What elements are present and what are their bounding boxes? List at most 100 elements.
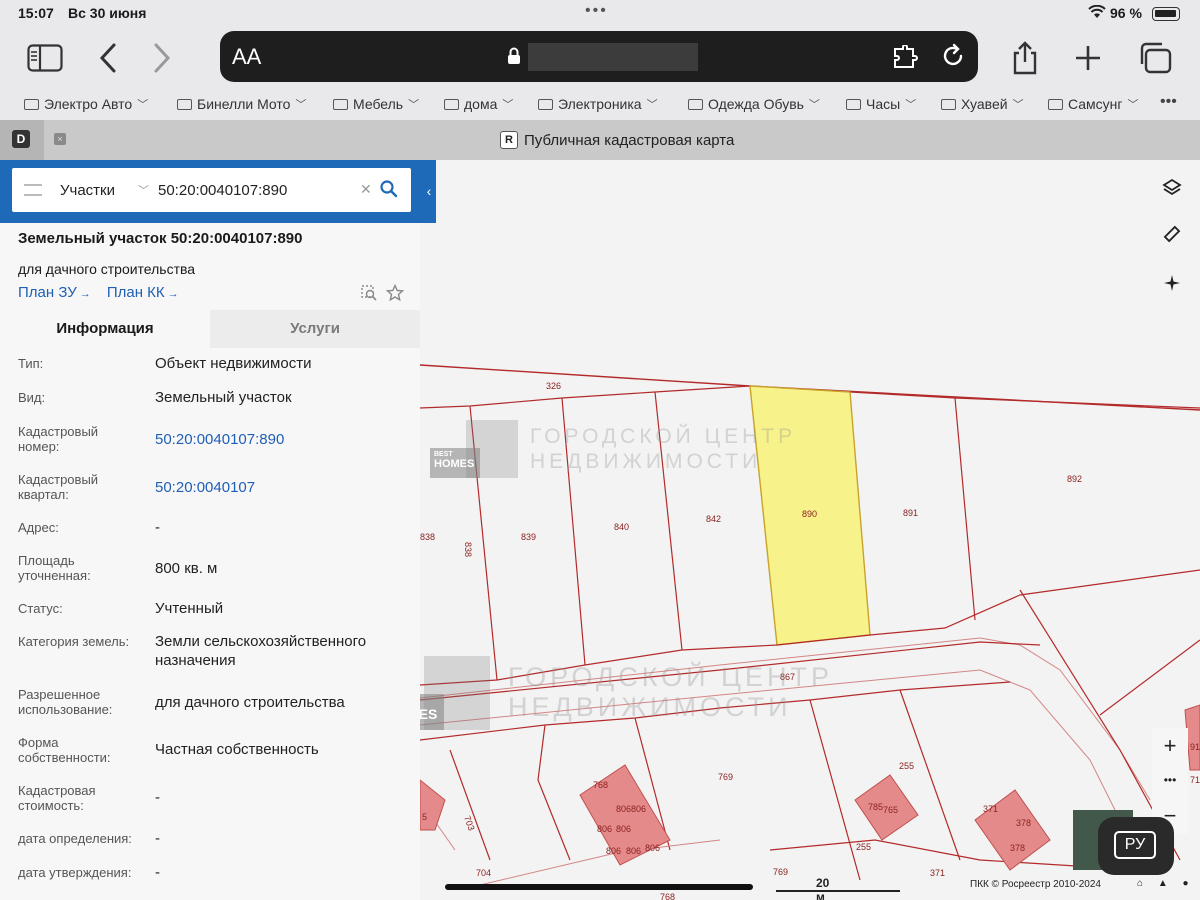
plot-label: 255: [856, 842, 871, 852]
chevron-down-icon: ﹀: [295, 99, 307, 111]
tab-active[interactable]: R Публичная кадастровая карта: [500, 131, 734, 149]
bookmark-folder[interactable]: Хуавей ﹀: [941, 96, 1024, 112]
layers-icon[interactable]: [1152, 168, 1192, 208]
star-icon[interactable]: [386, 284, 404, 302]
plot-label: 71: [1190, 775, 1200, 785]
collapse-panel-icon[interactable]: ‹: [422, 178, 436, 204]
clear-icon[interactable]: ✕: [360, 181, 372, 198]
url-redacted[interactable]: [528, 43, 698, 71]
chevron-down-icon: ﹀: [646, 99, 658, 111]
plot-label: 892: [1067, 474, 1082, 484]
back-icon[interactable]: [88, 38, 128, 78]
bookmark-folder[interactable]: Самсунг ﹀: [1048, 96, 1139, 112]
plot-label: 838: [463, 542, 473, 557]
arrow-right-icon: →: [76, 288, 91, 300]
plan-zu-link[interactable]: План ЗУ →: [18, 284, 91, 301]
reader-aa-button[interactable]: AA: [232, 44, 261, 70]
attribute-label: Категория земель:: [18, 634, 130, 649]
chevron-down-icon: ﹀: [808, 99, 820, 111]
bookmark-folder[interactable]: Одежда Обувь ﹀: [688, 96, 820, 112]
home-indicator[interactable]: [445, 884, 753, 890]
attribute-value: 800 кв. м: [155, 560, 218, 577]
cadastral-number-link[interactable]: 50:20:0040107:890: [155, 430, 405, 449]
bookmark-folder[interactable]: Бинелли Мото ﹀: [177, 96, 306, 112]
plot-label: 838: [420, 532, 435, 542]
plan-kk-link[interactable]: План КК →: [107, 284, 179, 301]
chevron-down-icon: ﹀: [408, 99, 420, 111]
folder-icon: [333, 98, 348, 110]
cadastral-quarter-link[interactable]: 50:20:0040107: [155, 478, 405, 497]
zoom-in-button[interactable]: +: [1152, 728, 1188, 763]
attribute-label: Адрес:: [18, 520, 59, 535]
address-bar[interactable]: AA: [220, 31, 978, 82]
plan-zu-label: План ЗУ: [18, 284, 77, 301]
forward-icon[interactable]: [142, 38, 182, 78]
chevron-down-icon[interactable]: ﹀: [138, 182, 149, 198]
plot-label: 891: [903, 508, 918, 518]
building: [974, 789, 1051, 871]
plot-label: 840: [614, 522, 629, 532]
search-input[interactable]: [158, 178, 358, 202]
wifi-icon: [1088, 5, 1106, 18]
status-time: 15:07: [18, 5, 54, 21]
map-canvas[interactable]: 326 838 838 839 840 842 890 891 892 867 …: [420, 160, 1200, 900]
folder-icon: [1048, 98, 1063, 110]
attribute-label: Кадастровый квартал:: [18, 472, 99, 502]
map-bottom-icons[interactable]: ⌂ ▲ ●: [1137, 878, 1195, 889]
attribute-value: -: [155, 519, 160, 536]
plot-label: 704: [476, 868, 491, 878]
zoom-to-object-icon[interactable]: [360, 284, 378, 302]
watermark-text: ГОРОДСКОЙ ЦЕНТР: [530, 425, 797, 448]
battery-icon: [1152, 7, 1180, 21]
folder-icon: [941, 98, 956, 110]
tab-inactive[interactable]: D: [0, 120, 44, 160]
boundary-line: [420, 385, 751, 409]
bookmark-folder[interactable]: дома ﹀: [444, 96, 513, 112]
zoom-more-button[interactable]: •••: [1152, 763, 1188, 798]
boundary-line: [954, 397, 976, 621]
plot-label: 769: [718, 772, 733, 782]
search-icon[interactable]: [379, 179, 399, 199]
object-subtitle: для дачного строительства: [18, 261, 196, 277]
boundary-line: [1099, 639, 1200, 716]
tab-favicon: D: [12, 130, 30, 148]
scale-label: 20 м: [816, 876, 830, 900]
language-label: РУ: [1114, 831, 1156, 859]
multitask-dots-icon[interactable]: •••: [585, 2, 608, 20]
bookmark-folder[interactable]: Мебель ﹀: [333, 96, 419, 112]
new-tab-icon[interactable]: [1068, 38, 1108, 78]
cadastral-map[interactable]: 326 838 838 839 840 842 890 891 892 867 …: [420, 160, 1200, 900]
keyboard-language-button[interactable]: РУ: [1098, 817, 1174, 875]
watermark-badge: BESTHOMES: [430, 448, 480, 478]
attribute-value: Учтенный: [155, 600, 224, 617]
boundary-line: [537, 724, 571, 861]
menu-icon[interactable]: [24, 184, 42, 196]
plot-label: 806: [606, 846, 621, 856]
bookmark-folder[interactable]: Электроника ﹀: [538, 96, 658, 112]
reload-icon[interactable]: [940, 43, 966, 69]
ruler-icon[interactable]: [1152, 214, 1192, 254]
attribute-value: -: [155, 864, 160, 881]
sidebar-icon[interactable]: [25, 38, 65, 78]
locate-icon[interactable]: [1152, 263, 1192, 303]
bookmark-folder[interactable]: Часы ﹀: [846, 96, 916, 112]
tab-services[interactable]: Услуги: [210, 310, 420, 348]
plot-label: 769: [773, 867, 788, 877]
search-type-select[interactable]: Участки: [60, 182, 115, 199]
watermark-badge-small: BEST: [434, 451, 453, 458]
boundary-line: [809, 699, 861, 881]
bookmark-folder[interactable]: Электро Авто ﹀: [24, 96, 148, 112]
tab-close-icon[interactable]: ×: [54, 133, 66, 145]
chevron-down-icon: ﹀: [502, 99, 514, 111]
bookmarks-more-icon[interactable]: •••: [1160, 93, 1177, 111]
watermark-text: ГОРОДСКОЙ ЦЕНТР: [508, 662, 834, 692]
chevron-down-icon: ﹀: [1012, 99, 1024, 111]
attribute-label: Площадь уточненная:: [18, 553, 91, 583]
plot-label: 839: [521, 532, 536, 542]
share-icon[interactable]: [1005, 38, 1045, 78]
tab-information[interactable]: Информация: [0, 310, 210, 348]
folder-icon: [688, 98, 703, 110]
plot-label: 768: [660, 892, 675, 900]
tabs-overview-icon[interactable]: [1135, 38, 1175, 78]
extension-icon[interactable]: [892, 45, 918, 69]
